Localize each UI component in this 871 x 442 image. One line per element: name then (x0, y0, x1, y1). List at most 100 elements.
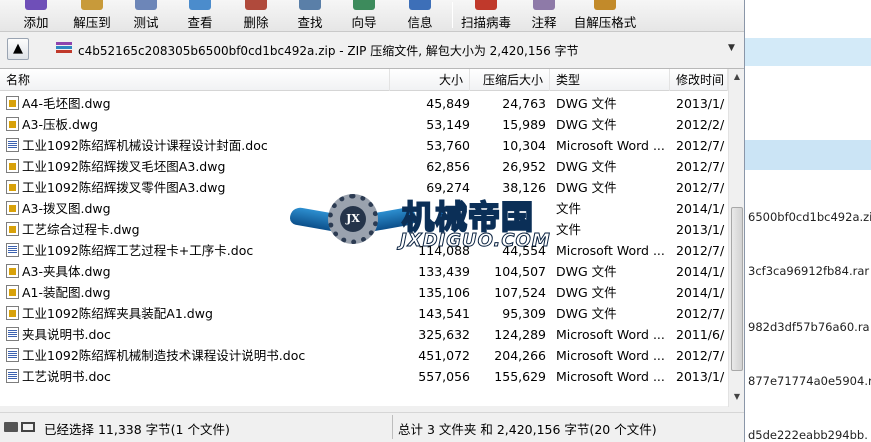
file-size: 53,149 (426, 117, 470, 132)
dwg-file-icon (6, 96, 19, 110)
dwg-file-icon (6, 159, 19, 173)
file-packed-size: 204,266 (494, 348, 546, 363)
file-name: 工业1092陈绍辉机械制造技术课程设计说明书.doc (6, 345, 390, 366)
file-name: 工业1092陈绍辉拨叉毛坯图A3.dwg (6, 156, 390, 177)
file-row[interactable]: A3-压板.dwg 53,149 15,989 DWG 文件 2012/2/ (0, 114, 728, 135)
file-row[interactable]: 工艺说明书.doc 557,056 155,629 Microsoft Word ..… (0, 366, 728, 387)
file-packed-size: 44,554 (502, 243, 546, 258)
extract-to-label: 解压到 (73, 15, 111, 30)
view-label: 查看 (187, 15, 213, 30)
zip-archive-icon (56, 42, 72, 57)
column-size[interactable]: 大小 (390, 69, 470, 91)
file-name-text: 工业1092陈绍辉夹具装配A1.dwg (22, 306, 213, 321)
file-row[interactable]: 工业1092陈绍辉工艺过程卡+工序卡.doc 114,088 44,554 Micro… (0, 240, 728, 261)
column-packed[interactable]: 压缩后大小 (470, 69, 550, 91)
virus-scan-icon (475, 0, 497, 10)
column-modified[interactable]: 修改时间 (670, 69, 728, 91)
vertical-scrollbar[interactable]: ▲ ▼ (728, 69, 744, 407)
total-status: 总计 3 文件夹 和 2,420,156 字节(20 个文件) (398, 422, 657, 437)
background-row: 6500bf0cd1bc492a.zi (748, 210, 871, 224)
file-name-text: 工业1092陈绍辉拨叉毛坯图A3.dwg (22, 159, 226, 174)
scroll-up-icon[interactable]: ▲ (729, 69, 744, 85)
file-modified: 2014/1/ (676, 285, 725, 300)
file-row[interactable]: 工业1092陈绍辉机械制造技术课程设计说明书.doc 451,072 204,266… (0, 345, 728, 366)
file-row[interactable]: A4-毛坯图.dwg 45,849 24,763 DWG 文件 2013/1/ (0, 93, 728, 114)
view-button[interactable]: 查看 (178, 0, 222, 30)
file-row[interactable]: 工业1092陈绍辉拨叉零件图A3.dwg 69,274 38,126 DWG 文件 20… (0, 177, 728, 198)
file-type: DWG 文件 (556, 285, 617, 300)
file-row[interactable]: 夹具说明书.doc 325,632 124,289 Microsoft Word ..… (0, 324, 728, 345)
comment-button[interactable]: 注释 (522, 0, 566, 30)
file-type: DWG 文件 (556, 180, 617, 195)
find-label: 查找 (297, 15, 323, 30)
scroll-down-icon[interactable]: ▼ (729, 389, 744, 405)
file-packed-size: 95,309 (502, 306, 546, 321)
address-bar: ▲ c4b52165c208305b6500bf0cd1bc492a.zip -… (0, 34, 744, 66)
file-modified: 2013/1/ (676, 96, 725, 111)
file-type: DWG 文件 (556, 306, 617, 321)
archive-path[interactable]: c4b52165c208305b6500bf0cd1bc492a.zip - Z… (78, 42, 579, 59)
file-row[interactable]: 工业1092陈绍辉拨叉毛坯图A3.dwg 62,856 26,952 DWG 文件 20… (0, 156, 728, 177)
scroll-thumb[interactable] (731, 207, 743, 371)
file-size: 53,760 (426, 138, 470, 153)
file-name: A3-夹具体.dwg (6, 261, 390, 282)
disk-icon (4, 422, 18, 432)
add-label: 添加 (23, 15, 49, 30)
virus-scan-button[interactable]: 扫描病毒 (458, 0, 514, 30)
dwg-file-icon (6, 285, 19, 299)
file-row[interactable]: A1-装配图.dwg 135,106 107,524 DWG 文件 2014/1/ (0, 282, 728, 303)
file-packed-size: 155,629 (494, 369, 546, 384)
file-name-text: 工业1092陈绍辉机械设计课程设计封面.doc (22, 138, 268, 153)
file-name: 工业1092陈绍辉机械设计课程设计封面.doc (6, 135, 390, 156)
virus-scan-label: 扫描病毒 (460, 15, 511, 30)
file-name-text: 工业1092陈绍辉机械制造技术课程设计说明书.doc (22, 348, 306, 363)
delete-icon (245, 0, 267, 10)
file-packed-size: 24,763 (502, 96, 546, 111)
file-type: Microsoft Word ... (556, 138, 665, 153)
file-packed-size: 26,952 (502, 159, 546, 174)
file-type: 文件 (556, 222, 582, 237)
up-folder-button[interactable]: ▲ (7, 38, 29, 60)
extract-to-button[interactable]: 解压到 (66, 0, 118, 30)
background-band (740, 140, 871, 170)
file-modified: 2013/1/ (676, 369, 725, 384)
background-row: 877e71774a0e5904.ra (748, 374, 871, 388)
file-packed-size: 10,304 (502, 138, 546, 153)
dwg-file-icon (6, 264, 19, 278)
wizard-button[interactable]: 向导 (342, 0, 386, 30)
file-modified: 2012/7/ (676, 306, 725, 321)
file-modified: 2012/7/ (676, 243, 725, 258)
file-type: 文件 (556, 201, 582, 216)
file-modified: 2012/2/ (676, 117, 725, 132)
file-name-text: 工业1092陈绍辉拨叉零件图A3.dwg (22, 180, 226, 195)
file-size: 135,106 (418, 285, 470, 300)
file-row[interactable]: 工艺综合过程卡.dwg 文件 2013/1/ (0, 219, 728, 240)
file-row[interactable]: A3-夹具体.dwg 133,439 104,507 DWG 文件 2014/1/ (0, 261, 728, 282)
column-name[interactable]: 名称 (0, 69, 390, 91)
add-button[interactable]: 添加 (14, 0, 58, 30)
sfx-button[interactable]: 自解压格式 (572, 0, 638, 30)
dwg-file-icon (6, 201, 19, 215)
file-modified: 2014/1/ (676, 201, 725, 216)
address-dropdown-icon[interactable]: ▼ (728, 43, 735, 53)
file-name: 工业1092陈绍辉夹具装配A1.dwg (6, 303, 390, 324)
file-name-text: 工业1092陈绍辉工艺过程卡+工序卡.doc (22, 243, 254, 258)
add-icon (25, 0, 47, 10)
delete-button[interactable]: 删除 (234, 0, 278, 30)
column-type[interactable]: 类型 (550, 69, 670, 91)
file-type: Microsoft Word ... (556, 243, 665, 258)
file-row[interactable]: 工业1092陈绍辉机械设计课程设计封面.doc 53,760 10,304 Micro… (0, 135, 728, 156)
info-button[interactable]: 信息 (398, 0, 442, 30)
file-modified: 2011/6/ (676, 327, 725, 342)
file-type: Microsoft Word ... (556, 369, 665, 384)
file-modified: 2012/7/ (676, 138, 725, 153)
file-name: 工艺综合过程卡.dwg (6, 219, 390, 240)
file-name-text: 夹具说明书.doc (22, 327, 111, 342)
file-type: DWG 文件 (556, 264, 617, 279)
find-button[interactable]: 查找 (288, 0, 332, 30)
key-icon (21, 422, 35, 432)
file-row[interactable]: 工业1092陈绍辉夹具装配A1.dwg 143,541 95,309 DWG 文件 20… (0, 303, 728, 324)
file-row[interactable]: A3-拨叉图.dwg 文件 2014/1/ (0, 198, 728, 219)
file-modified: 2012/7/ (676, 180, 725, 195)
test-button[interactable]: 测试 (124, 0, 168, 30)
